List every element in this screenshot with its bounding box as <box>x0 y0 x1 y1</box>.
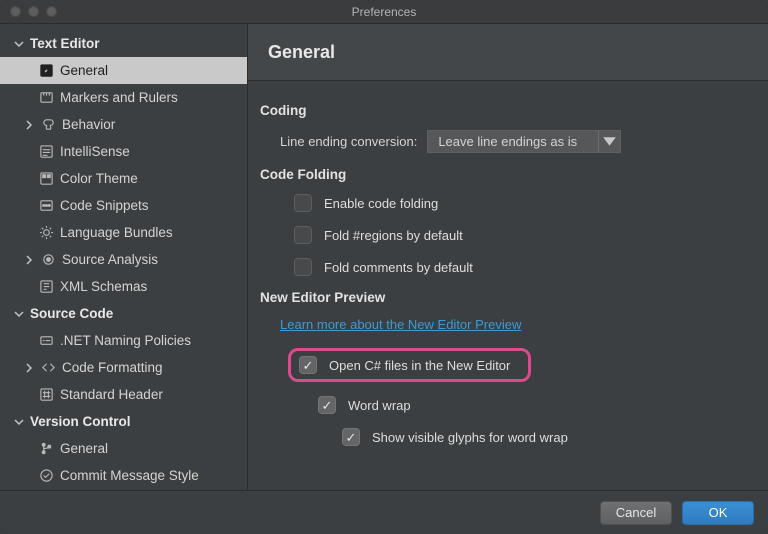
chevron-down-icon <box>598 131 620 152</box>
sidebar-item-label: Markers and Rulers <box>60 90 178 105</box>
preferences-window: Preferences Text Editor General Markers an… <box>0 0 768 534</box>
sidebar-item[interactable]: XML Schemas <box>0 273 247 300</box>
sidebar-item-label: Code Formatting <box>62 360 163 375</box>
text-lines-icon <box>38 144 54 160</box>
sidebar-item[interactable]: .NET Naming Policies <box>0 327 247 354</box>
word-wrap-label: Word wrap <box>348 398 411 413</box>
folding-checkbox-label: Fold #regions by default <box>324 228 463 243</box>
branch-icon <box>38 441 54 457</box>
chevron-down-icon <box>14 417 24 427</box>
edit-box-icon <box>38 63 54 79</box>
sidebar-section[interactable]: Source Code <box>0 300 247 327</box>
highlighted-option: Open C# files in the New Editor <box>288 348 531 382</box>
sidebar-item[interactable]: Markers and Rulers <box>0 84 247 111</box>
sidebar-item-label: Standard Header <box>60 387 163 402</box>
folding-checkbox-label: Enable code folding <box>324 196 438 211</box>
cancel-button[interactable]: Cancel <box>600 501 672 525</box>
target-icon <box>40 252 56 268</box>
sidebar-item[interactable]: General <box>0 435 247 462</box>
sidebar-item-label: Code Snippets <box>60 198 149 213</box>
sidebar-section-label: Version Control <box>30 414 131 429</box>
chevron-right-icon <box>24 363 34 373</box>
sidebar-item-label: Behavior <box>62 117 115 132</box>
line-ending-label: Line ending conversion: <box>280 134 417 149</box>
learn-more-link[interactable]: Learn more about the New Editor Preview <box>280 317 521 332</box>
sidebar-item-label: XML Schemas <box>60 279 147 294</box>
check-circle-icon <box>38 468 54 484</box>
glyphs-checkbox[interactable] <box>342 428 360 446</box>
glyphs-label: Show visible glyphs for word wrap <box>372 430 568 445</box>
tag-box-icon <box>38 333 54 349</box>
sidebar-item-label: Language Bundles <box>60 225 173 240</box>
sidebar-item-label: Commit Message Style <box>60 468 199 483</box>
code-icon <box>40 360 56 376</box>
ruler-icon <box>38 90 54 106</box>
sidebar-section[interactable]: Version Control <box>0 408 247 435</box>
sidebar-item[interactable]: Standard Header <box>0 381 247 408</box>
sidebar-item-label: Color Theme <box>60 171 138 186</box>
page-title: General <box>268 42 335 63</box>
window-title: Preferences <box>0 5 768 19</box>
sidebar-item-label: IntelliSense <box>60 144 130 159</box>
sidebar-item[interactable]: Color Theme <box>0 165 247 192</box>
open-csharp-label: Open C# files in the New Editor <box>329 358 510 373</box>
folding-checkbox-label: Fold comments by default <box>324 260 473 275</box>
chevron-right-icon <box>24 120 34 130</box>
sidebar-item[interactable]: General <box>0 57 247 84</box>
sidebar-item-label: General <box>60 63 108 78</box>
sidebar-section-label: Text Editor <box>30 36 100 51</box>
line-ending-value: Leave line endings as is <box>428 134 598 149</box>
open-csharp-checkbox[interactable] <box>299 356 317 374</box>
folding-checkbox[interactable] <box>294 258 312 276</box>
palette-icon <box>38 171 54 187</box>
sidebar-item[interactable]: IntelliSense <box>0 138 247 165</box>
ok-button[interactable]: OK <box>682 501 754 525</box>
sidebar-section[interactable]: Text Editor <box>0 30 247 57</box>
group-coding-title: Coding <box>260 103 748 118</box>
dialog-footer: Cancel OK <box>0 490 768 534</box>
chevron-down-icon <box>14 309 24 319</box>
snippet-icon <box>38 198 54 214</box>
content-panel: General Coding Line ending conversion: L… <box>248 24 768 490</box>
titlebar: Preferences <box>0 0 768 24</box>
sidebar-item-label: General <box>60 441 108 456</box>
brain-icon <box>40 117 56 133</box>
chevron-down-icon <box>14 39 24 49</box>
chevron-right-icon <box>24 255 34 265</box>
folding-checkbox[interactable] <box>294 194 312 212</box>
folding-checkbox[interactable] <box>294 226 312 244</box>
preferences-sidebar: Text Editor General Markers and Rulers Beha… <box>0 24 248 490</box>
sidebar-section-label: Source Code <box>30 306 113 321</box>
sidebar-item[interactable]: Code Snippets <box>0 192 247 219</box>
sidebar-item[interactable]: Code Formatting <box>0 354 247 381</box>
schema-icon <box>38 279 54 295</box>
line-ending-select[interactable]: Leave line endings as is <box>427 130 621 153</box>
content-header: General <box>248 24 768 81</box>
sidebar-item-label: .NET Naming Policies <box>60 333 191 348</box>
sidebar-item[interactable]: Commit Message Style <box>0 462 247 489</box>
hash-box-icon <box>38 387 54 403</box>
group-folding-title: Code Folding <box>260 167 748 182</box>
group-preview-title: New Editor Preview <box>260 290 748 305</box>
word-wrap-checkbox[interactable] <box>318 396 336 414</box>
sidebar-item[interactable]: Behavior <box>0 111 247 138</box>
sidebar-item[interactable]: Source Analysis <box>0 246 247 273</box>
sidebar-item-label: Source Analysis <box>62 252 158 267</box>
gear-icon <box>38 225 54 241</box>
sidebar-item[interactable]: Language Bundles <box>0 219 247 246</box>
